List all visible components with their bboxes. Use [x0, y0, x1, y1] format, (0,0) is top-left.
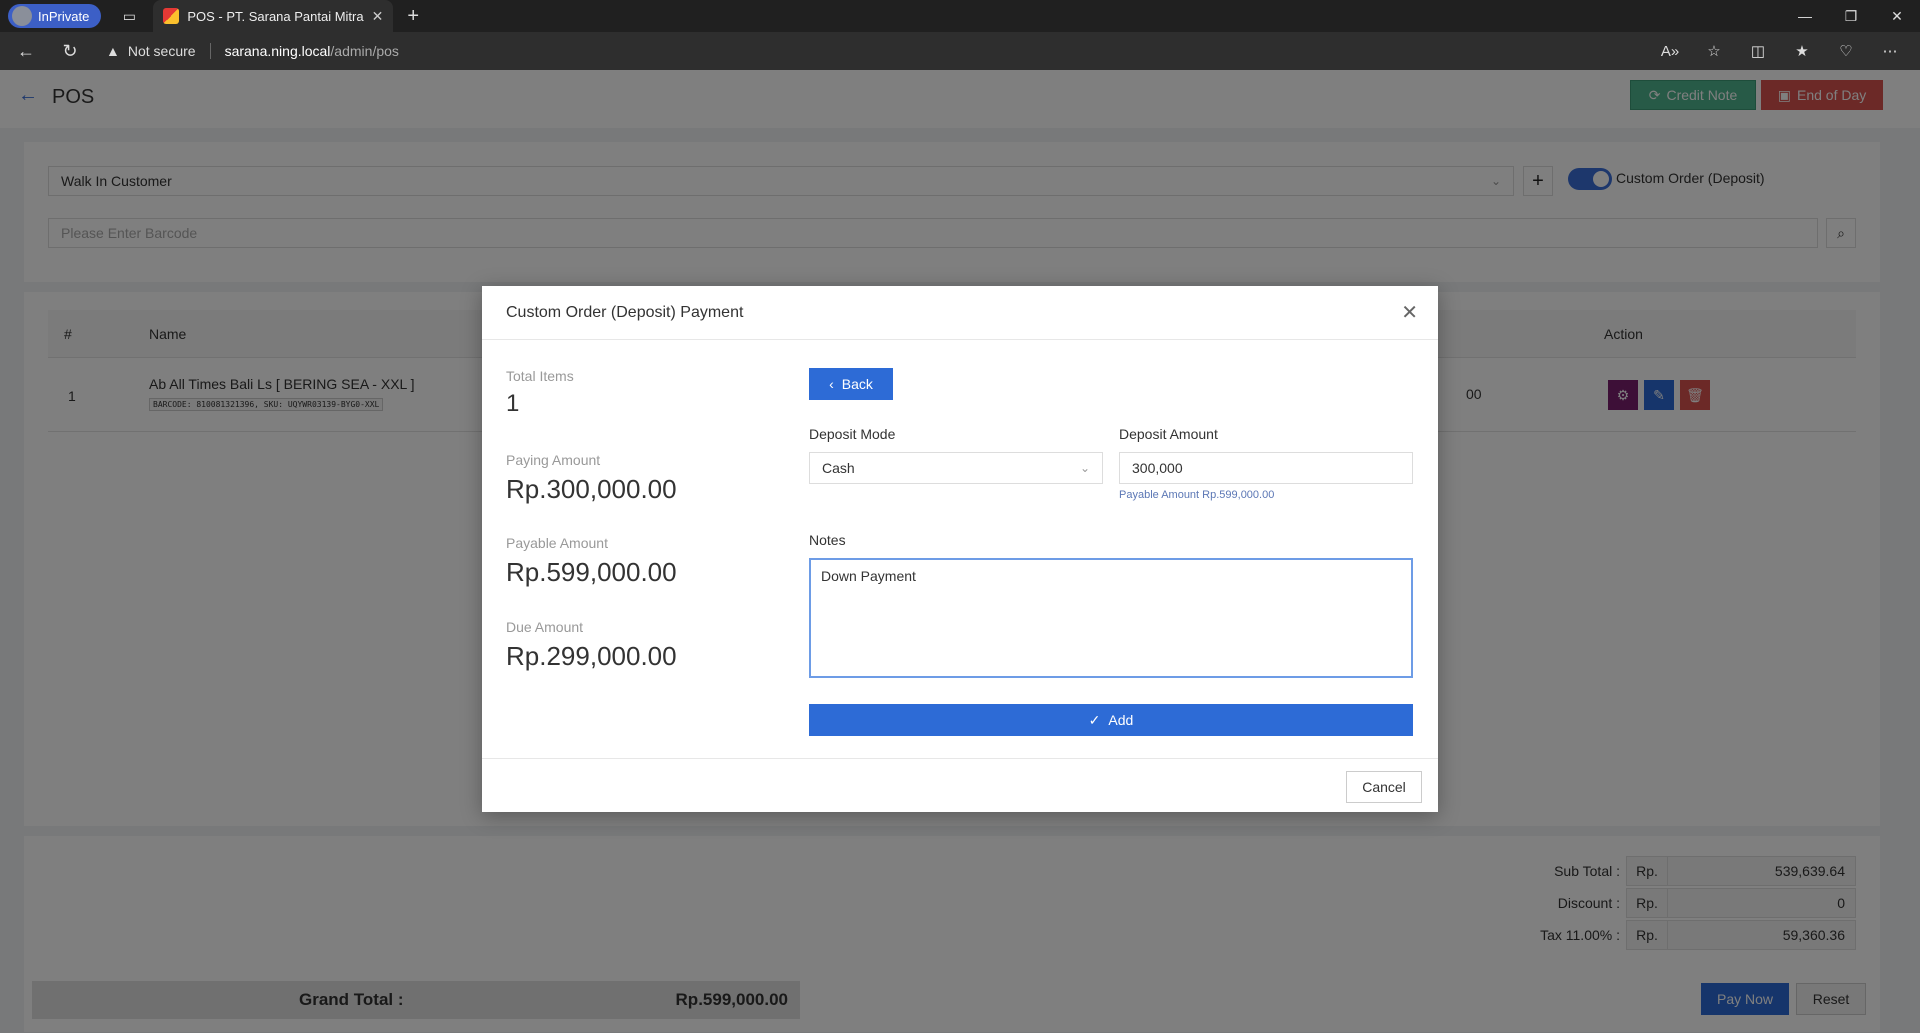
url-path: /admin/pos: [330, 43, 399, 59]
deposit-amount-label: Deposit Amount: [1119, 426, 1218, 442]
omnibox-divider: [209, 43, 211, 59]
close-tab-icon[interactable]: ✕: [372, 8, 384, 25]
browser-essentials-icon[interactable]: ♡: [1826, 42, 1866, 60]
modal-title: Custom Order (Deposit) Payment: [506, 304, 744, 321]
payable-amount-hint: Payable Amount Rp.599,000.00: [1119, 489, 1275, 501]
deposit-mode-select[interactable]: Cash ⌄: [809, 452, 1103, 484]
payable-amount-block: Payable Amount Rp.599,000.00: [506, 535, 677, 588]
paying-amount-label: Paying Amount: [506, 452, 601, 468]
paying-amount-block: Paying Amount Rp.300,000.00: [506, 452, 677, 505]
split-screen-icon[interactable]: ◫: [1738, 42, 1778, 60]
warning-icon: ▲: [106, 43, 120, 59]
payable-amount-label: Payable Amount: [506, 535, 608, 551]
total-items-block: Total Items 1: [506, 368, 574, 418]
inprivate-badge[interactable]: InPrivate: [8, 4, 102, 28]
due-amount-label: Due Amount: [506, 619, 584, 635]
modal-footer: Cancel: [482, 758, 1438, 812]
back-button[interactable]: ‹ Back: [809, 368, 893, 400]
minimize-icon[interactable]: —: [1782, 0, 1828, 32]
notes-textarea[interactable]: Down Payment: [809, 558, 1413, 678]
payable-amount-value: Rp.599,000.00: [506, 557, 677, 587]
chevron-down-icon: ⌄: [1079, 461, 1090, 475]
modal-header: Custom Order (Deposit) Payment ✕: [482, 286, 1438, 340]
paying-amount-value: Rp.300,000.00: [506, 474, 677, 504]
deposit-mode-value: Cash: [822, 460, 855, 476]
omnibox[interactable]: ▲ Not secure sarana.ning.local/admin/pos: [106, 43, 399, 59]
read-aloud-icon[interactable]: A»: [1650, 43, 1690, 60]
tab-actions-icon[interactable]: ▭: [115, 4, 143, 28]
address-bar: ← ↻ ▲ Not secure sarana.ning.local/admin…: [0, 32, 1920, 70]
close-window-icon[interactable]: ✕: [1874, 0, 1920, 32]
deposit-payment-modal: Custom Order (Deposit) Payment ✕ Total I…: [482, 286, 1438, 812]
due-amount-block: Due Amount Rp.299,000.00: [506, 619, 677, 672]
restore-icon[interactable]: ❐: [1828, 0, 1874, 32]
browser-tab-bar: InPrivate ▭ POS - PT. Sarana Pantai Mitr…: [0, 0, 1920, 32]
favorite-star-icon[interactable]: ☆: [1694, 42, 1734, 60]
browser-toolbar: A» ☆ ◫ ★ ♡ ⋯: [1650, 32, 1910, 70]
add-label: Add: [1108, 712, 1134, 728]
chevron-left-icon: ‹: [829, 376, 834, 392]
url-host: sarana.ning.local: [224, 43, 331, 59]
total-items-label: Total Items: [506, 368, 574, 384]
deposit-amount-input[interactable]: 300,000: [1119, 452, 1413, 484]
profile-avatar-icon: [12, 6, 32, 26]
new-tab-icon[interactable]: +: [407, 5, 419, 28]
site-favicon-icon: [163, 8, 180, 24]
more-menu-icon[interactable]: ⋯: [1870, 42, 1910, 60]
notes-label: Notes: [809, 532, 846, 548]
tab-title: POS - PT. Sarana Pantai Mitra Se: [187, 8, 364, 24]
due-amount-value: Rp.299,000.00: [506, 641, 677, 671]
total-items-value: 1: [506, 390, 520, 417]
close-icon[interactable]: ✕: [1401, 300, 1418, 325]
security-label: Not secure: [127, 43, 196, 59]
check-icon: ✓: [1088, 711, 1101, 728]
browser-tab-active[interactable]: POS - PT. Sarana Pantai Mitra Se ✕: [153, 0, 394, 32]
back-icon[interactable]: ←: [8, 36, 44, 66]
favorites-icon[interactable]: ★: [1782, 42, 1822, 60]
refresh-icon[interactable]: ↻: [52, 36, 88, 66]
deposit-mode-label: Deposit Mode: [809, 426, 896, 442]
cancel-button[interactable]: Cancel: [1346, 771, 1422, 803]
pos-page: ← POS ⟳ Credit Note ▣ End of Day Walk In…: [0, 70, 1920, 1033]
back-label: Back: [841, 376, 873, 392]
window-controls: — ❐ ✕: [1782, 0, 1920, 32]
inprivate-label: InPrivate: [38, 8, 90, 24]
add-button[interactable]: ✓ Add: [809, 704, 1413, 736]
